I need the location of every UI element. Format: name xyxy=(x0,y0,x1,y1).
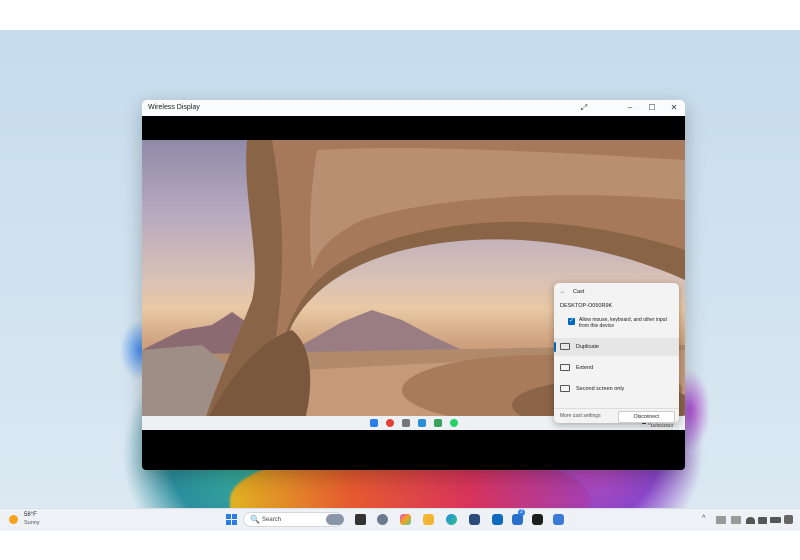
sun-icon xyxy=(9,515,18,524)
disconnect-button[interactable]: Disconnect xyxy=(618,411,675,423)
cast-header: ← Cast xyxy=(560,289,584,295)
cast-device-name: DESKTOP-O050R9K xyxy=(560,303,613,309)
second-screen-option[interactable]: Second screen only xyxy=(554,380,679,398)
edge-icon[interactable] xyxy=(446,514,457,525)
wireless-display-icon[interactable] xyxy=(553,514,564,525)
volume-icon[interactable] xyxy=(758,517,767,524)
second-screen-icon xyxy=(560,385,570,392)
window-title: Wireless Display xyxy=(148,104,200,111)
allow-input-checkbox[interactable]: ✓ xyxy=(568,318,575,325)
fullscreen-button[interactable]: ⤢ xyxy=(577,102,591,114)
whatsapp-icon xyxy=(450,419,458,427)
wireless-display-window[interactable]: Wireless Display ⤢ – ☐ ✕ ^ ☁ )) 10/26/20… xyxy=(142,100,685,470)
tray-app-icon[interactable] xyxy=(716,516,726,524)
app-icon xyxy=(434,419,442,427)
search-icon: 🔍 xyxy=(250,515,260,524)
copilot-icon[interactable] xyxy=(400,514,411,525)
terminal-icon[interactable] xyxy=(532,514,543,525)
cast-footer: More cast settings Disconnect xyxy=(554,408,679,423)
notification-center-icon[interactable] xyxy=(784,515,793,524)
taskbar: 58°F Sunny 🔍 Search 2 ^ xyxy=(0,508,800,531)
start-icon xyxy=(370,419,378,427)
battery-icon[interactable] xyxy=(770,517,781,523)
start-button[interactable] xyxy=(226,514,237,525)
tray-app-icon[interactable] xyxy=(731,516,741,524)
maximize-button[interactable]: ☐ xyxy=(645,102,659,114)
back-arrow-icon[interactable]: ← xyxy=(560,289,566,295)
extend-option[interactable]: Extend xyxy=(554,359,679,377)
more-cast-settings-link[interactable]: More cast settings xyxy=(560,413,601,419)
cast-title: Cast xyxy=(573,289,585,295)
file-explorer-icon[interactable] xyxy=(423,514,434,525)
mirrored-screen[interactable]: ^ ☁ )) 2:34 PM 10/26/2024 ← Cast DESKTOP… xyxy=(142,140,685,430)
page-margin xyxy=(0,531,800,560)
settings-icon[interactable] xyxy=(377,514,388,525)
window-titlebar[interactable]: Wireless Display ⤢ – ☐ ✕ xyxy=(142,100,685,116)
option-label: Extend xyxy=(576,365,594,371)
wifi-icon[interactable] xyxy=(746,517,755,524)
option-label: Second screen only xyxy=(576,386,625,392)
close-button[interactable]: ✕ xyxy=(667,102,681,114)
app-icon xyxy=(418,419,426,427)
teams-icon[interactable]: 2 xyxy=(512,509,525,525)
duplicate-icon xyxy=(560,343,570,350)
duplicate-option[interactable]: Duplicate xyxy=(554,338,679,356)
tray-overflow-icon[interactable]: ^ xyxy=(702,515,705,522)
weather-condition: Sunny xyxy=(24,520,40,526)
option-label: Duplicate xyxy=(576,344,599,350)
weather-temp: 58°F xyxy=(24,512,37,518)
outlook-icon[interactable] xyxy=(492,514,503,525)
chrome-icon xyxy=(386,419,394,427)
minimize-button[interactable]: – xyxy=(623,102,637,114)
app-icon xyxy=(402,419,410,427)
search-placeholder: Search xyxy=(262,516,282,523)
store-icon[interactable] xyxy=(469,514,480,525)
allow-input-label: Allow mouse, keyboard, and other input f… xyxy=(579,317,667,329)
extend-icon xyxy=(560,364,570,371)
clock-date: 10/26/2024 xyxy=(650,423,673,428)
search-highlight-icon[interactable] xyxy=(326,514,344,525)
task-view-icon[interactable] xyxy=(355,514,366,525)
notification-badge: 2 xyxy=(518,509,525,516)
cast-flyout[interactable]: ← Cast DESKTOP-O050R9K ✓ Allow mouse, ke… xyxy=(554,283,679,423)
